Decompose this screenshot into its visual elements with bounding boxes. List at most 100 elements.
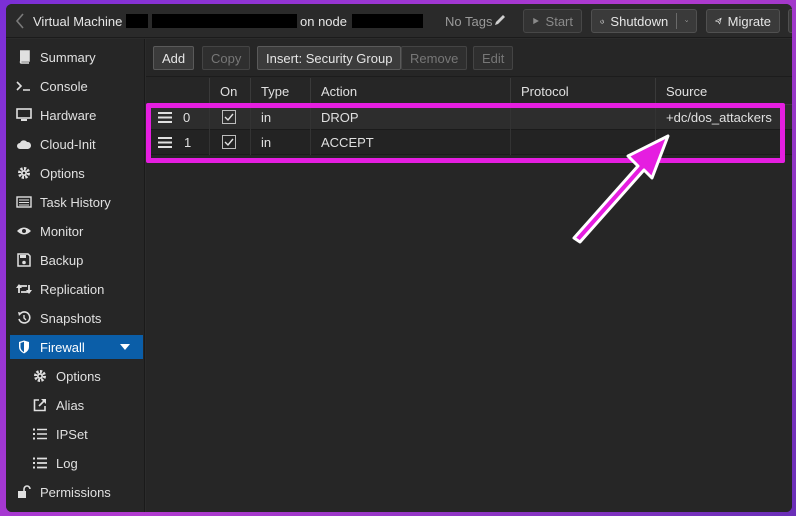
top-bar: Virtual Machine on node No Tags Start Sh…	[6, 4, 792, 38]
chevron-down-icon[interactable]	[684, 17, 688, 25]
monitor-icon	[16, 107, 32, 123]
sidebar-item-label: Alias	[56, 397, 85, 413]
sidebar-item-ipset[interactable]: IPSet	[10, 422, 143, 446]
sidebar-item-label: Backup	[40, 252, 84, 268]
migrate-label: Migrate	[727, 13, 771, 29]
redacted-vm-name	[152, 14, 297, 28]
list-icon	[16, 194, 32, 210]
sidebar-item-label: IPSet	[56, 426, 88, 442]
sidebar-item-log[interactable]: Log	[10, 451, 143, 475]
add-button[interactable]: Add	[153, 46, 195, 70]
gear-icon	[16, 165, 32, 181]
sidebar-item-replication[interactable]: Replication	[10, 277, 143, 301]
shield-icon	[16, 339, 32, 355]
sidebar-item-label: Task History	[40, 194, 111, 210]
column-header-on[interactable]: On	[209, 78, 250, 105]
shutdown-button[interactable]: Shutdown	[591, 9, 697, 33]
sidebar-item-label: Permissions	[40, 484, 111, 500]
list-ol-icon	[32, 426, 48, 442]
rule-position: 1	[184, 135, 192, 150]
migrate-button[interactable]: Migrate	[706, 9, 780, 33]
sidebar-item-snapshots[interactable]: Snapshots	[10, 306, 143, 330]
table-row[interactable]: 0 in DROP +dc/dos_attackers	[146, 105, 792, 130]
sidebar-item-summary[interactable]: Summary	[10, 45, 143, 69]
sidebar-item-monitor[interactable]: Monitor	[10, 219, 143, 243]
pencil-icon[interactable]	[493, 13, 507, 27]
rule-source	[655, 130, 792, 155]
more-button[interactable]	[788, 9, 792, 33]
rule-action: ACCEPT	[310, 130, 510, 155]
sidebar-item-options[interactable]: Options	[10, 161, 143, 185]
sidebar-item-cloud-init[interactable]: Cloud-Init	[10, 132, 143, 156]
history-icon	[16, 310, 32, 326]
unlock-icon	[16, 484, 32, 500]
chevron-left-icon[interactable]	[14, 12, 26, 30]
redacted-vm-id	[126, 14, 148, 28]
book-icon	[16, 49, 32, 65]
sidebar-item-label: Summary	[40, 49, 96, 65]
floppy-icon	[16, 252, 32, 268]
sidebar-item-label: Monitor	[40, 223, 84, 239]
enabled-checkbox[interactable]	[222, 135, 236, 149]
tags-label: No Tags	[445, 14, 493, 29]
drag-handle-icon[interactable]	[158, 112, 172, 123]
enabled-checkbox[interactable]	[222, 110, 236, 124]
insert-security-group-button[interactable]: Insert: Security Group	[257, 46, 402, 70]
sidebar-item-label: Replication	[40, 281, 105, 297]
sidebar-item-label: Log	[56, 455, 78, 471]
rule-protocol	[510, 105, 655, 130]
sidebar-item-label: Options	[56, 368, 101, 384]
firewall-toolbar: Add Copy Insert: Security Group Remove E…	[146, 39, 792, 77]
rule-source: +dc/dos_attackers	[655, 105, 792, 130]
sidebar-item-label: Snapshots	[40, 310, 102, 326]
sidebar-item-label: Hardware	[40, 107, 97, 123]
sidebar-item-backup[interactable]: Backup	[10, 248, 143, 272]
sidebar-item-hardware[interactable]: Hardware	[10, 103, 143, 127]
vm-type-label: Virtual Machine	[33, 14, 123, 29]
copy-button[interactable]: Copy	[202, 46, 251, 70]
paper-plane-icon	[715, 17, 722, 25]
rule-action: DROP	[310, 105, 510, 130]
redacted-node-name	[352, 14, 423, 28]
sidebar-item-label: Cloud-Init	[40, 136, 96, 152]
retweet-icon	[16, 281, 32, 297]
edit-button[interactable]: Edit	[473, 46, 514, 70]
sidebar-item-firewall[interactable]: Firewall	[10, 335, 143, 359]
table-row[interactable]: 1 in ACCEPT	[146, 130, 792, 155]
sidebar: Summary Console Hardware Cloud-Init Opti…	[6, 39, 145, 512]
rule-protocol	[510, 130, 655, 155]
eye-icon	[16, 223, 32, 239]
shutdown-label: Shutdown	[610, 13, 669, 29]
sidebar-item-label: Console	[40, 78, 88, 94]
column-header-action[interactable]: Action	[310, 78, 510, 105]
gear-icon	[32, 368, 48, 384]
firewall-panel: Add Copy Insert: Security Group Remove E…	[146, 39, 792, 512]
sidebar-item-label: Options	[40, 165, 85, 181]
column-header-source[interactable]: Source	[655, 78, 792, 105]
sidebar-item-task-history[interactable]: Task History	[10, 190, 143, 214]
sidebar-item-label: Firewall	[40, 339, 85, 355]
play-icon	[533, 17, 539, 25]
external-link-icon	[32, 397, 48, 413]
remove-button[interactable]: Remove	[401, 46, 468, 70]
cloud-icon	[16, 136, 32, 152]
rules-grid-header: On Type Action Protocol Source	[146, 78, 792, 105]
sidebar-item-console[interactable]: Console	[10, 74, 143, 98]
column-header-type[interactable]: Type	[250, 78, 310, 105]
drag-handle-icon[interactable]	[158, 137, 172, 148]
sidebar-item-permissions[interactable]: Permissions	[10, 480, 143, 504]
start-label: Start	[545, 13, 573, 29]
sidebar-item-alias[interactable]: Alias	[10, 393, 143, 417]
rule-position: 0	[183, 110, 191, 125]
list-icon	[32, 455, 48, 471]
caret-down-icon[interactable]	[119, 343, 131, 351]
sidebar-item-firewall-options[interactable]: Options	[10, 364, 143, 388]
terminal-icon	[16, 78, 32, 94]
app-window: Virtual Machine on node No Tags Start Sh…	[6, 4, 792, 512]
node-label: on node	[300, 14, 347, 29]
power-icon	[600, 19, 604, 23]
rule-type: in	[250, 130, 310, 155]
column-header-protocol[interactable]: Protocol	[510, 78, 655, 105]
rule-type: in	[250, 105, 310, 130]
start-button[interactable]: Start	[523, 9, 582, 33]
